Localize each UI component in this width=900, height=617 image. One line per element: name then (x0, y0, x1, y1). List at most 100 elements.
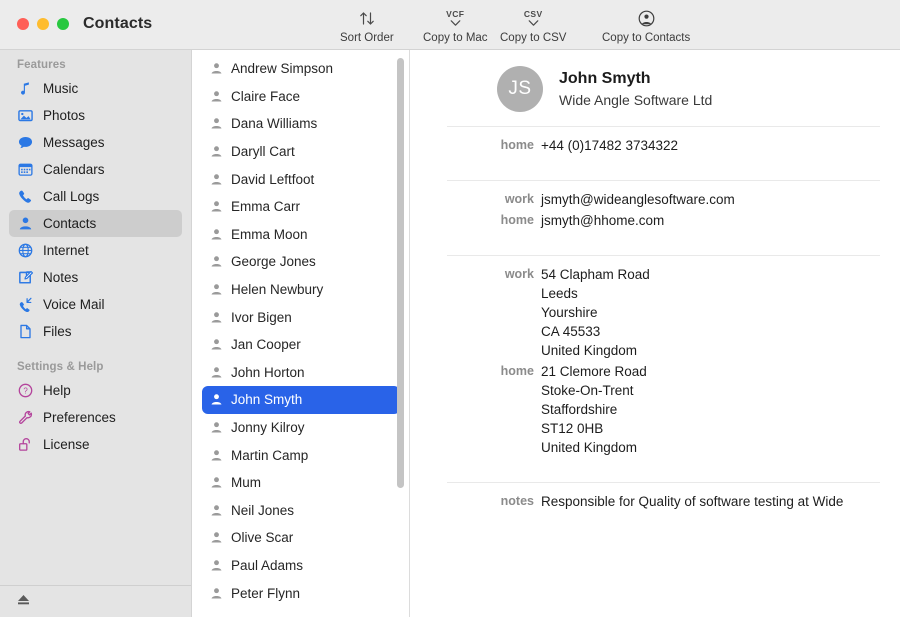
contact-list-item-label: George Jones (231, 254, 316, 269)
contact-list-item[interactable]: John Horton (202, 359, 400, 387)
sidebar-section-header: Features (0, 59, 191, 75)
contact-list-item-label: Andrew Simpson (231, 61, 333, 76)
question-circle-icon: ? (17, 382, 34, 399)
close-button[interactable] (17, 18, 29, 30)
window-controls (17, 18, 69, 30)
contact-list-item-label: Peter Flynn (231, 586, 300, 601)
person-icon (210, 62, 223, 75)
contact-list-item[interactable]: Ivor Bigen (202, 303, 400, 331)
voicemail-icon (17, 296, 34, 313)
copy-to-contacts-button[interactable]: Copy to Contacts (602, 7, 690, 44)
sidebar-item-call-logs[interactable]: Call Logs (9, 183, 182, 210)
sidebar-item-files[interactable]: Files (9, 318, 182, 345)
contact-identity: John Smyth Wide Angle Software Ltd (559, 68, 712, 110)
contact-list-item[interactable]: Emma Carr (202, 193, 400, 221)
sidebar-item-license[interactable]: License (9, 431, 182, 458)
sidebar-item-notes[interactable]: Notes (9, 264, 182, 291)
copy-to-csv-button[interactable]: CSV Copy to CSV (500, 7, 566, 44)
person-icon (210, 421, 223, 434)
contact-field-value[interactable]: Responsible for Quality of software test… (541, 492, 843, 511)
sidebar-item-label: Notes (43, 270, 78, 285)
person-icon (210, 559, 223, 572)
sidebar-item-calendars[interactable]: Calendars (9, 156, 182, 183)
contact-list-item[interactable]: Martin Camp (202, 441, 400, 469)
sidebar-item-photos[interactable]: Photos (9, 102, 182, 129)
sort-order-button[interactable]: Sort Order (340, 7, 394, 44)
maximize-button[interactable] (57, 18, 69, 30)
contact-list-item[interactable]: Jonny Kilroy (202, 414, 400, 442)
sidebar-item-voice-mail[interactable]: Voice Mail (9, 291, 182, 318)
person-icon (210, 145, 223, 158)
contact-list-item-label: Olive Scar (231, 530, 293, 545)
contact-list-item-label: Emma Carr (231, 199, 300, 214)
contact-list-item-label: John Horton (231, 365, 305, 380)
message-icon (17, 134, 34, 151)
contact-list-item[interactable]: Mum (202, 469, 400, 497)
contact-list-item[interactable]: Dana Williams (202, 110, 400, 138)
contact-list-item[interactable]: Claire Face (202, 83, 400, 111)
vcf-download-icon: VCF (446, 7, 464, 29)
contact-field-value[interactable]: 54 Clapham Road Leeds Yourshire CA 45533… (541, 265, 650, 360)
sidebar-item-help[interactable]: ?Help (9, 377, 182, 404)
person-icon (210, 366, 223, 379)
contact-list-item[interactable]: Neil Jones (202, 497, 400, 525)
person-icon (210, 531, 223, 544)
contact-list-item[interactable]: George Jones (202, 248, 400, 276)
sidebar-item-label: Calendars (43, 162, 105, 177)
copy-to-mac-button[interactable]: VCF Copy to Mac (423, 7, 488, 44)
contact-list-item-label: Mum (231, 475, 261, 490)
contact-list-item-label: John Smyth (231, 392, 302, 407)
contact-field-label: home (417, 362, 541, 381)
contact-list-item[interactable]: Daryll Cart (202, 138, 400, 166)
person-icon (210, 255, 223, 268)
field-group-emails: workjsmyth@wideanglesoftware.comhomejsmy… (417, 181, 900, 241)
contact-list-scrollbar[interactable] (397, 58, 404, 488)
contact-list-item[interactable]: Helen Newbury (202, 276, 400, 304)
contact-list-item[interactable]: David Leftfoot (202, 165, 400, 193)
sidebar-item-contacts[interactable]: Contacts (9, 210, 182, 237)
sidebar-item-label: Internet (43, 243, 89, 258)
person-icon (210, 476, 223, 489)
sidebar-item-internet[interactable]: Internet (9, 237, 182, 264)
contact-field-label: home (417, 136, 541, 155)
contact-field-value[interactable]: jsmyth@wideanglesoftware.com (541, 190, 735, 209)
contact-list-item[interactable]: Olive Scar (202, 524, 400, 552)
person-icon (210, 504, 223, 517)
sort-arrows-icon (358, 7, 376, 29)
contact-list-item-label: Neil Jones (231, 503, 294, 518)
sidebar-item-preferences[interactable]: Preferences (9, 404, 182, 431)
contact-list-item-label: Claire Face (231, 89, 300, 104)
contact-list-panel[interactable]: Andrew SimpsonClaire FaceDana WilliamsDa… (192, 50, 410, 617)
contact-list-item-label: Emma Moon (231, 227, 308, 242)
contact-field-value[interactable]: 21 Clemore Road Stoke-On-Trent Staffords… (541, 362, 647, 457)
sidebar-item-music[interactable]: Music (9, 75, 182, 102)
contact-list-item[interactable]: Jan Cooper (202, 331, 400, 359)
person-icon (210, 173, 223, 186)
contact-list-item[interactable]: Paul Adams (202, 552, 400, 580)
contact-field-value[interactable]: +44 (0)17482 3734322 (541, 136, 678, 155)
contact-field-value[interactable]: jsmyth@hhome.com (541, 211, 664, 230)
sidebar-item-messages[interactable]: Messages (9, 129, 182, 156)
toolbar: Sort Order VCF Copy to Mac CSV (330, 0, 900, 50)
sidebar-sections: FeaturesMusic PhotosMessages Calendars Ca… (0, 50, 191, 585)
contact-detail-fields: home+44 (0)17482 3734322workjsmyth@widea… (417, 126, 900, 522)
person-icon (210, 587, 223, 600)
contact-list-item[interactable]: Emma Moon (202, 221, 400, 249)
eject-icon[interactable] (16, 593, 31, 611)
contact-list: Andrew SimpsonClaire FaceDana WilliamsDa… (192, 50, 409, 607)
contact-list-item[interactable]: Andrew Simpson (202, 55, 400, 83)
app-window: Contacts Sort Order (0, 0, 900, 617)
photo-icon (17, 107, 34, 124)
main-body: FeaturesMusic PhotosMessages Calendars Ca… (0, 50, 900, 617)
contact-list-item[interactable]: John Smyth (202, 386, 400, 414)
person-icon (210, 283, 223, 296)
person-icon (210, 200, 223, 213)
music-note-icon (17, 80, 34, 97)
minimize-button[interactable] (37, 18, 49, 30)
csv-download-icon: CSV (524, 7, 543, 29)
csv-badge-label: CSV (524, 10, 543, 19)
titlebar: Contacts Sort Order (0, 0, 900, 50)
contact-field: notesResponsible for Quality of software… (417, 492, 900, 511)
unlock-icon (17, 436, 34, 453)
contact-list-item[interactable]: Peter Flynn (202, 579, 400, 607)
